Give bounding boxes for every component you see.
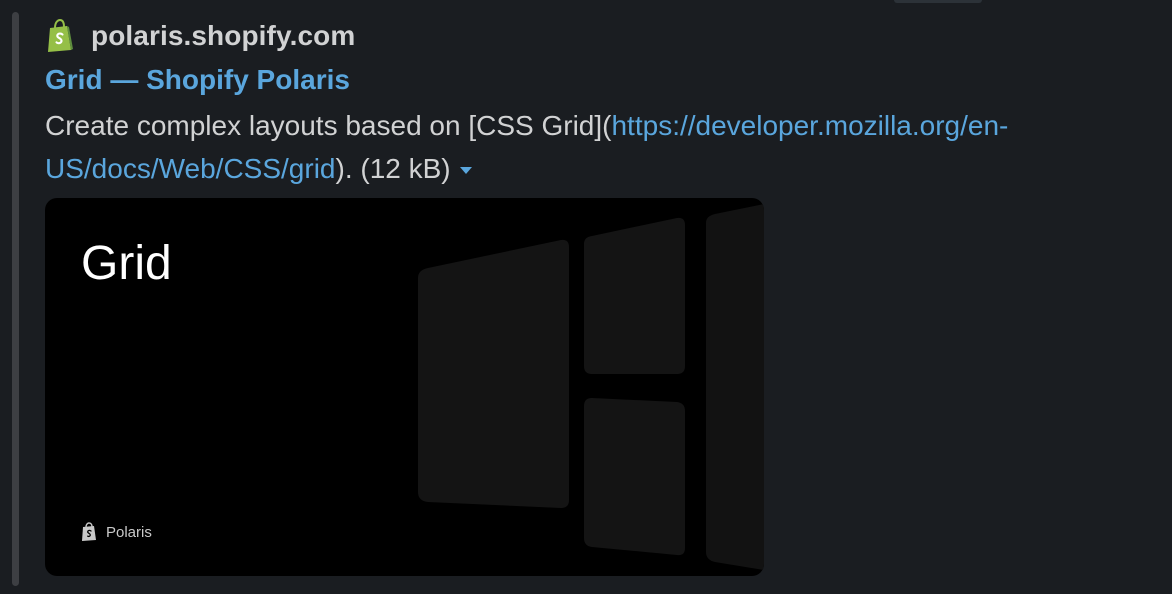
message-unfurl-view: polaris.shopify.com Grid — Shopify Polar… xyxy=(0,0,1172,594)
shopify-bag-icon xyxy=(48,19,73,52)
preview-image[interactable]: Grid Polaris xyxy=(45,198,764,576)
shopify-bag-icon xyxy=(82,522,96,541)
preview-brand-name: Polaris xyxy=(106,523,152,541)
link-title[interactable]: Grid — Shopify Polaris xyxy=(45,60,350,100)
link-description: Create complex layouts based on [CSS Gri… xyxy=(45,104,1065,190)
attachment-bar xyxy=(12,12,19,586)
preview-brand: Polaris xyxy=(81,522,152,542)
site-name: polaris.shopify.com xyxy=(91,20,356,51)
toolbar-edge xyxy=(894,0,982,3)
description-text-before: Create complex layouts based on [CSS Gri… xyxy=(45,110,612,141)
preview-title: Grid xyxy=(81,237,172,290)
caret-down-icon[interactable] xyxy=(459,167,472,175)
link-unfurl: polaris.shopify.com Grid — Shopify Polar… xyxy=(45,16,1145,190)
description-text-after: ). (12 kB) xyxy=(335,153,451,184)
site-row: polaris.shopify.com xyxy=(45,16,1145,56)
